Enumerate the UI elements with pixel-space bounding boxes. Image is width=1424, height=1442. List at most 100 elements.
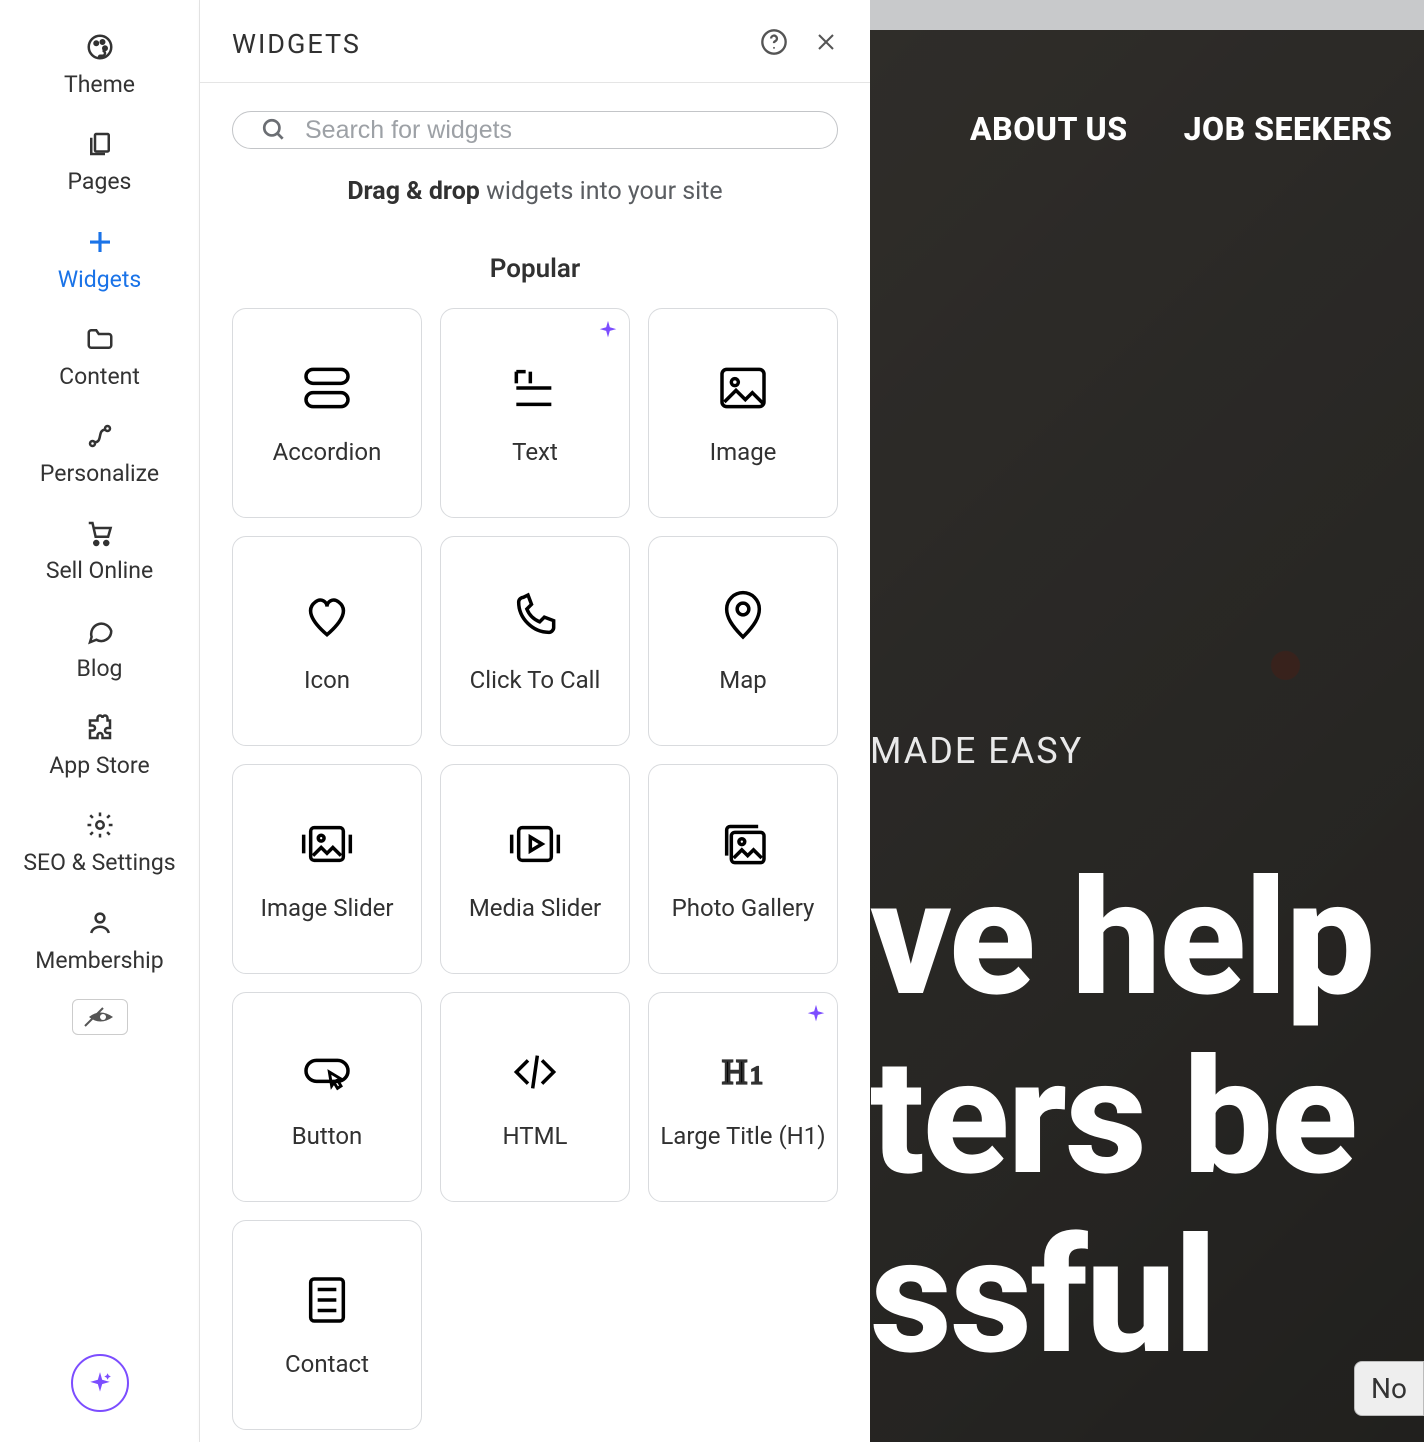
hero-line-3: ssful [870,1208,1424,1387]
pages-icon [85,129,115,159]
sidebar-item-theme[interactable]: Theme [0,18,199,113]
widget-card-accordion[interactable]: Accordion [232,308,422,518]
mappin-icon [715,588,771,644]
sidebar-item-label: Sell Online [46,558,153,583]
widget-card-html[interactable]: HTML [440,992,630,1202]
person-icon [85,908,115,938]
widget-card-label: Button [292,1122,363,1151]
plus-icon [85,227,115,257]
sidebar-item-pages[interactable]: Pages [0,115,199,210]
widget-search-input[interactable] [305,116,809,145]
imageslider-icon [299,816,355,872]
helper-rest: widgets into your site [480,177,723,206]
route-icon [85,421,115,451]
widget-card-label: Image Slider [260,894,393,923]
accordion-icon [299,360,355,416]
panel-header: WIDGETS [200,0,870,83]
close-icon [814,30,838,54]
phone-icon [507,588,563,644]
widget-card-label: Media Slider [469,894,601,923]
sidebar-item-label: SEO & Settings [23,850,175,875]
helper-text: Drag & drop widgets into your site [232,177,838,206]
sparkle-icon [87,1370,113,1396]
ai-assistant-button[interactable] [71,1354,129,1412]
heart-icon [299,588,355,644]
widget-card-label: Icon [304,666,350,695]
sidebar-item-seo-settings[interactable]: SEO & Settings [0,796,199,891]
section-heading: Popular [232,254,838,284]
widget-card-image[interactable]: Image [648,308,838,518]
left-sidebar: Theme Pages Widgets Content Personalize … [0,0,200,1442]
chat-icon [85,616,115,646]
ai-sparkle-icon [805,1003,827,1029]
folder-icon [85,324,115,354]
widget-card-large-title-h1-[interactable]: Large Title (H1) [648,992,838,1202]
sidebar-item-personalize[interactable]: Personalize [0,407,199,502]
sidebar-item-label: Theme [64,72,135,97]
sidebar-item-membership[interactable]: Membership [0,894,199,989]
hero-line-1: ve help [870,850,1424,1029]
hero-tagline-fragment: MADE EASY [870,730,1083,772]
widget-card-contact[interactable]: Contact [232,1220,422,1430]
contact-icon [299,1272,355,1328]
widget-card-label: Large Title (H1) [660,1122,825,1151]
widget-card-media-slider[interactable]: Media Slider [440,764,630,974]
site-top-nav: ABOUT US JOB SEEKERS [870,110,1424,148]
widget-card-label: Map [719,666,766,695]
html-icon [507,1044,563,1100]
panel-title: WIDGETS [232,28,361,60]
widget-card-label: HTML [503,1122,568,1151]
nav-link-jobseekers[interactable]: JOB SEEKERS [1184,110,1393,148]
widget-card-button[interactable]: Button [232,992,422,1202]
widget-card-label: Image [710,438,777,467]
bottom-right-chip[interactable]: No [1354,1361,1424,1416]
widget-card-label: Photo Gallery [672,894,815,923]
helper-bold: Drag & drop [347,177,480,206]
widget-card-map[interactable]: Map [648,536,838,746]
sidebar-item-label: Pages [68,169,132,194]
widget-card-label: Accordion [273,438,382,467]
widget-card-label: Contact [285,1350,369,1379]
widget-card-label: Click To Call [470,666,601,695]
widget-card-click-to-call[interactable]: Click To Call [440,536,630,746]
help-button[interactable] [760,28,788,60]
gallery-icon [715,816,771,872]
ai-sparkle-icon [597,319,619,345]
sidebar-item-blog[interactable]: Blog [0,602,199,697]
widget-card-photo-gallery[interactable]: Photo Gallery [648,764,838,974]
widget-card-text[interactable]: Text [440,308,630,518]
palette-icon [85,32,115,62]
gear-icon [85,810,115,840]
site-preview-canvas[interactable]: ABOUT US JOB SEEKERS MADE EASY ve help t… [870,0,1424,1442]
widget-card-icon[interactable]: Icon [232,536,422,746]
search-icon [261,117,287,143]
text-icon [507,360,563,416]
hero-heading-fragment: ve help ters be ssful [870,850,1424,1388]
preview-toggle[interactable] [72,999,128,1035]
h1-icon [715,1044,771,1100]
button-icon [299,1044,355,1100]
sidebar-item-content[interactable]: Content [0,310,199,405]
widget-card-label: Text [512,438,558,467]
widgets-panel: WIDGETS [200,0,870,1442]
sidebar-item-widgets[interactable]: Widgets [0,213,199,308]
sidebar-item-label: Membership [35,948,163,973]
mediaslider-icon [507,816,563,872]
cart-icon [85,518,115,548]
eye-off-icon [83,1006,117,1028]
puzzle-icon [85,713,115,743]
sidebar-item-sell-online[interactable]: Sell Online [0,504,199,599]
close-panel-button[interactable] [814,30,838,58]
sidebar-item-app-store[interactable]: App Store [0,699,199,794]
widget-card-image-slider[interactable]: Image Slider [232,764,422,974]
nav-link-about[interactable]: ABOUT US [970,110,1128,148]
sidebar-item-label: Content [59,364,140,389]
image-icon [715,360,771,416]
hero-line-2: ters be [870,1029,1424,1208]
sidebar-item-label: App Store [49,753,149,778]
sidebar-item-label: Personalize [40,461,159,486]
widget-search[interactable] [232,111,838,149]
help-icon [760,28,788,56]
sidebar-item-label: Blog [77,656,123,681]
sidebar-item-label: Widgets [58,267,141,292]
